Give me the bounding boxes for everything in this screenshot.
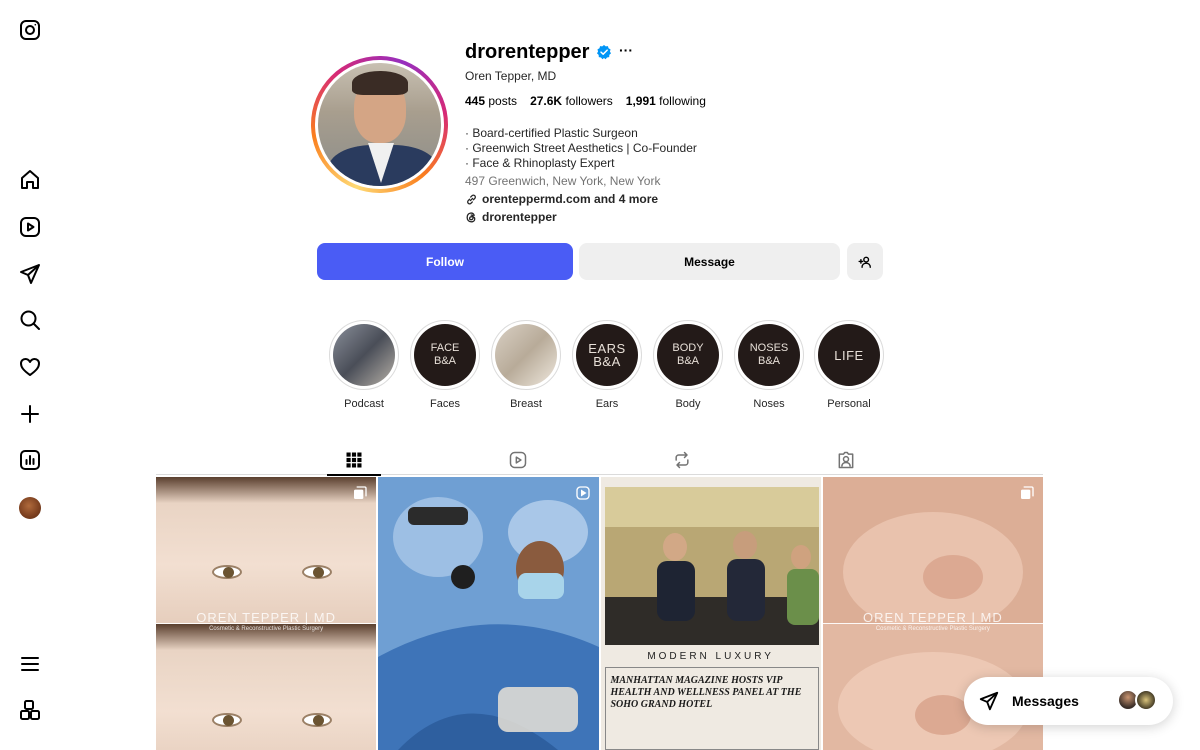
- tagged-tab-icon: [838, 451, 854, 469]
- highlight-label: Ears: [595, 398, 619, 410]
- message-button[interactable]: Message: [579, 243, 840, 280]
- post-image: [378, 477, 599, 750]
- threads-icon: [466, 211, 476, 222]
- highlight-ears[interactable]: EARS B&A Ears: [572, 320, 642, 410]
- instagram-logo-icon[interactable]: [18, 18, 42, 42]
- profile-avatar[interactable]: [19, 497, 41, 519]
- link-icon: [467, 194, 476, 204]
- tab-tagged[interactable]: [819, 446, 873, 474]
- direct-icon: [979, 691, 999, 711]
- message-avatars: [1117, 689, 1159, 713]
- follow-button[interactable]: Follow: [317, 243, 573, 280]
- posts-grid: OREN TEPPER | MD Cosmetic & Reconstructi…: [156, 477, 1043, 750]
- highlight-label: Body: [675, 398, 701, 410]
- bio-line: · Greenwich Street Aesthetics | Co-Found…: [465, 141, 697, 155]
- highlight-label: Faces: [430, 398, 460, 410]
- followers-count[interactable]: 27.6K followers: [530, 94, 613, 108]
- post-thumbnail[interactable]: OREN TEPPER | MD Cosmetic & Reconstructi…: [156, 477, 377, 750]
- tab-reels[interactable]: [491, 446, 545, 474]
- messages-label: Messages: [1012, 693, 1079, 709]
- verified-badge-icon: [597, 45, 611, 60]
- highlight-breast[interactable]: Breast: [491, 320, 561, 410]
- highlight-cover: BODY B&A: [657, 324, 719, 386]
- highlight-cover: FACE B&A: [414, 324, 476, 386]
- post-watermark: OREN TEPPER | MD Cosmetic & Reconstructi…: [196, 610, 337, 632]
- direct-icon[interactable]: [18, 262, 42, 286]
- profile-bio: · Board-certified Plastic Surgeon · Gree…: [465, 126, 697, 171]
- posts-count: 445 posts: [465, 94, 518, 108]
- reel-icon: [575, 486, 590, 500]
- create-icon[interactable]: [18, 402, 42, 426]
- reposts-tab-icon: [675, 451, 689, 469]
- tabs-divider: [156, 474, 1043, 475]
- avatar: [1135, 689, 1157, 711]
- post-thumbnail[interactable]: MODERN LUXURY MANHATTAN MAGAZINE HOSTS V…: [600, 477, 821, 750]
- profile-location: 497 Greenwich, New York, New York: [465, 174, 661, 188]
- reels-tab-icon: [509, 451, 527, 469]
- options-more-icon[interactable]: ···: [619, 42, 633, 58]
- posts-grid-icon: [346, 452, 362, 468]
- threads-handle[interactable]: drorentepper: [482, 210, 557, 224]
- more-apps-icon[interactable]: [18, 698, 42, 722]
- link-text[interactable]: orenteppermd.com and 4 more: [482, 192, 658, 206]
- highlight-body[interactable]: BODY B&A Body: [653, 320, 723, 410]
- tab-reposts[interactable]: [655, 446, 709, 474]
- highlight-cover: LIFE: [818, 324, 880, 386]
- post-brand: MODERN LUXURY: [647, 651, 774, 662]
- highlight-personal[interactable]: LIFE Personal: [814, 320, 884, 410]
- post-thumbnail[interactable]: [378, 477, 599, 750]
- highlight-podcast[interactable]: Podcast: [329, 320, 399, 410]
- panel-photo: [604, 487, 819, 645]
- bio-line: · Face & Rhinoplasty Expert: [465, 156, 615, 170]
- dashboard-icon[interactable]: [18, 448, 42, 472]
- threads-link[interactable]: drorentepper: [465, 210, 557, 224]
- menu-icon[interactable]: [18, 652, 42, 676]
- home-icon[interactable]: [18, 168, 42, 192]
- highlight-label: Noses: [753, 398, 785, 410]
- suggested-users-button[interactable]: [847, 243, 883, 280]
- carousel-icon: [354, 486, 367, 499]
- post-watermark: OREN TEPPER | MD Cosmetic & Reconstructi…: [862, 610, 1003, 632]
- side-navigation: [0, 0, 60, 750]
- add-user-icon: [858, 256, 871, 268]
- reels-icon[interactable]: [18, 215, 42, 239]
- profile-username: drorentepper: [465, 41, 590, 63]
- highlight-cover: [495, 324, 557, 386]
- profile-stats: 445 posts 27.6K followers 1,991 followin…: [465, 94, 706, 108]
- carousel-icon: [1021, 486, 1034, 499]
- highlight-label: Podcast: [344, 398, 384, 410]
- highlight-label: Personal: [827, 398, 871, 410]
- profile-external-link[interactable]: orenteppermd.com and 4 more: [465, 192, 658, 206]
- post-image: [604, 487, 819, 645]
- post-headline: MANHATTAN MAGAZINE HOSTS VIP HEALTH AND …: [610, 675, 802, 710]
- highlight-faces[interactable]: FACE B&A Faces: [410, 320, 480, 410]
- highlight-noses[interactable]: NOSES B&A Noses: [734, 320, 804, 410]
- profile-picture[interactable]: [311, 56, 448, 193]
- highlight-cover: EARS B&A: [576, 324, 638, 386]
- bio-line: · Board-certified Plastic Surgeon: [465, 126, 638, 140]
- tab-posts[interactable]: [327, 446, 381, 476]
- highlight-label: Breast: [510, 398, 542, 410]
- highlight-cover: NOSES B&A: [738, 324, 800, 386]
- highlight-cover: [333, 324, 395, 386]
- following-count[interactable]: 1,991 following: [626, 94, 706, 108]
- profile-full-name: Oren Tepper, MD: [465, 69, 557, 83]
- search-icon[interactable]: [18, 308, 42, 332]
- messages-button[interactable]: Messages: [964, 677, 1173, 725]
- notifications-icon[interactable]: [18, 355, 42, 379]
